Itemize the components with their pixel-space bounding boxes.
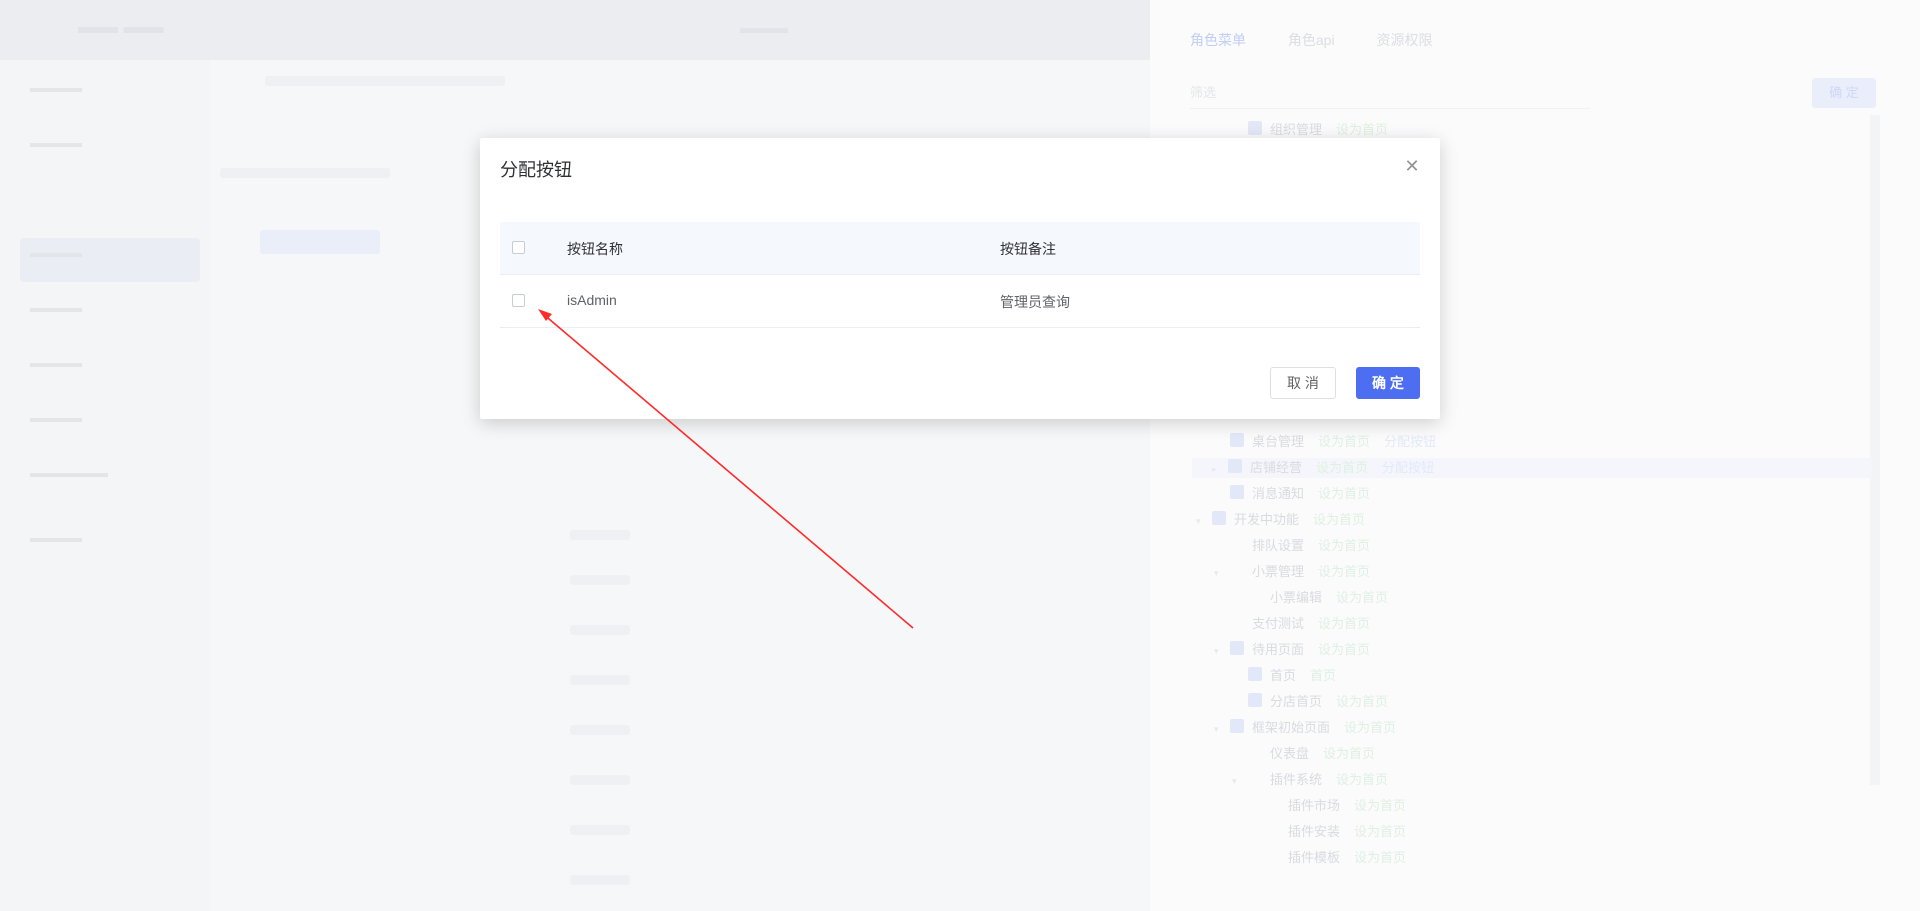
annotation-arrow — [538, 309, 914, 629]
arrow-shaft — [541, 312, 914, 629]
